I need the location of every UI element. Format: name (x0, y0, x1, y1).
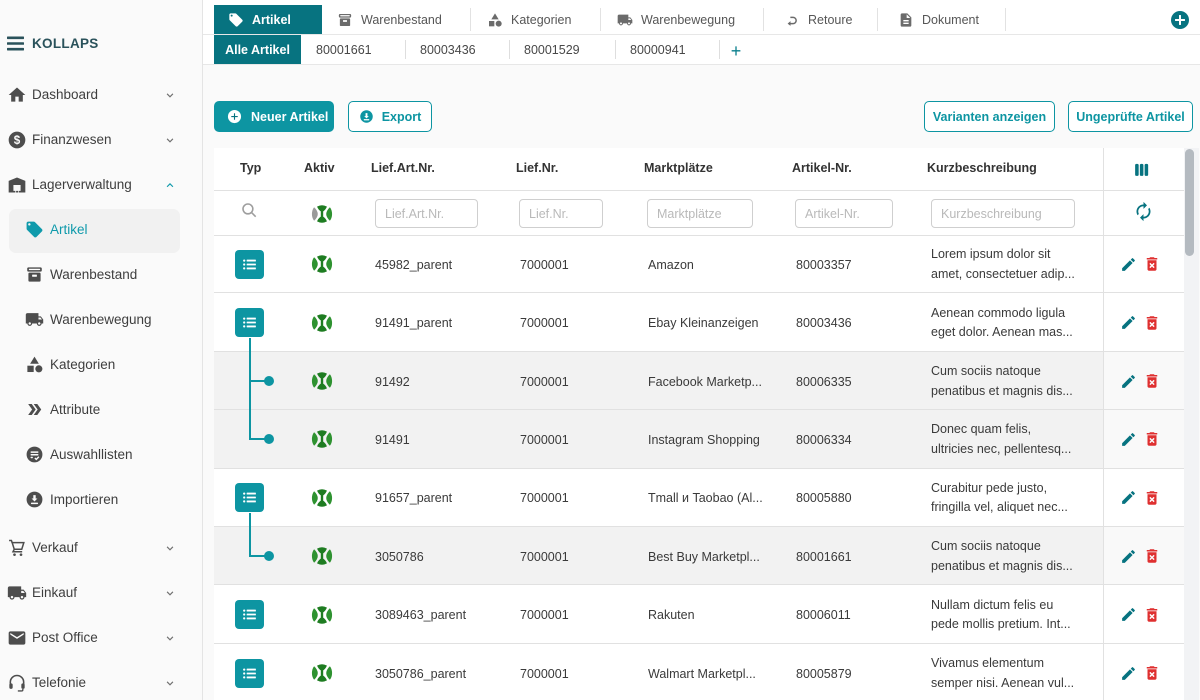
svg-text:$: $ (14, 134, 21, 147)
